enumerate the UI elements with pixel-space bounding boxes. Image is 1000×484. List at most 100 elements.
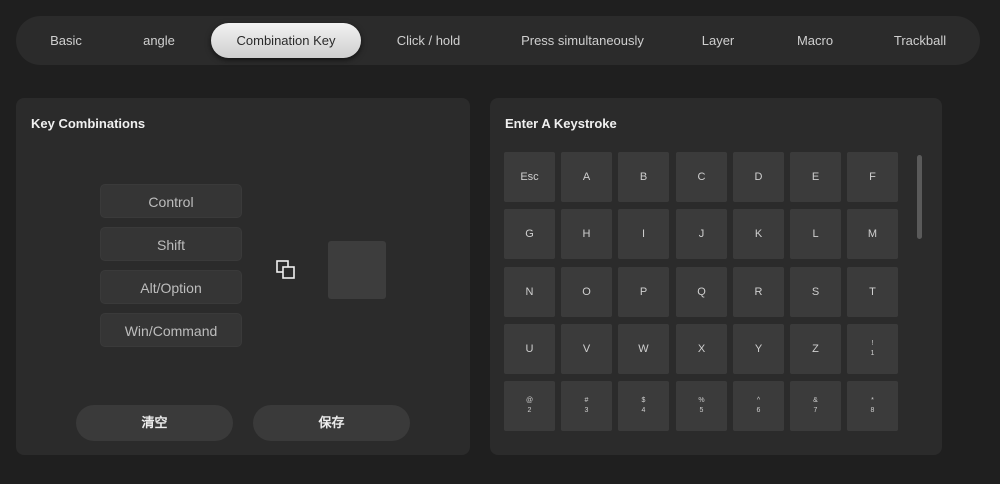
key-label: W — [638, 343, 649, 355]
key-label: F — [869, 171, 876, 183]
key-shift-symbol: % — [698, 397, 705, 404]
key-button[interactable]: O — [561, 267, 612, 317]
key-shift-symbol: $ — [641, 397, 646, 404]
key-base-symbol: 3 — [584, 407, 589, 414]
key-button[interactable]: Y — [733, 324, 784, 374]
tab-layer[interactable]: Layer — [696, 16, 740, 65]
key-label: T — [869, 286, 876, 298]
key-button[interactable]: T — [847, 267, 898, 317]
key-button[interactable]: F — [847, 152, 898, 202]
key-label: J — [698, 228, 705, 240]
key-button[interactable]: W — [618, 324, 669, 374]
key-base-symbol: 7 — [813, 407, 818, 414]
key-base-symbol: 8 — [870, 407, 875, 414]
key-button[interactable]: L — [790, 209, 841, 259]
key-base-symbol: 2 — [527, 407, 532, 414]
tab-press-simultaneously[interactable]: Press simultaneously — [516, 16, 649, 65]
key-button[interactable]: A — [561, 152, 612, 202]
key-button[interactable]: Esc — [504, 152, 555, 202]
key-combinations-title: Key Combinations — [31, 116, 146, 131]
win-command-modifier-button[interactable]: Win/Command — [100, 313, 242, 347]
key-button[interactable]: ^ 6 — [733, 381, 784, 431]
tab-macro[interactable]: Macro — [791, 16, 839, 65]
key-label: Z — [812, 343, 819, 355]
key-label: A — [582, 171, 591, 183]
key-button[interactable]: K — [733, 209, 784, 259]
key-button[interactable]: B — [618, 152, 669, 202]
key-button[interactable]: D — [733, 152, 784, 202]
key-label: C — [697, 171, 706, 183]
key-button[interactable]: Z — [790, 324, 841, 374]
key-base-symbol: 4 — [641, 407, 646, 414]
tab-trackball[interactable]: Trackball — [890, 16, 950, 65]
key-label: G — [525, 228, 534, 240]
key-button[interactable]: #3 — [561, 381, 612, 431]
key-label: D — [754, 171, 763, 183]
key-label: U — [525, 343, 534, 355]
key-button[interactable]: % 5 — [676, 381, 727, 431]
key-button[interactable]: M — [847, 209, 898, 259]
keystroke-scrollbar[interactable] — [917, 155, 922, 239]
enter-keystroke-title: Enter A Keystroke — [505, 116, 617, 131]
key-base-symbol: 5 — [699, 407, 704, 414]
key-label: E — [811, 171, 820, 183]
key-label: K — [754, 228, 763, 240]
key-button[interactable]: E — [790, 152, 841, 202]
tab-combination-key[interactable]: Combination Key — [211, 23, 361, 58]
key-button[interactable]: G — [504, 209, 555, 259]
alt-option-modifier-button[interactable]: Alt/Option — [100, 270, 242, 304]
key-button[interactable]: H — [561, 209, 612, 259]
tab-angle[interactable]: angle — [129, 16, 189, 65]
key-button[interactable]: @2 — [504, 381, 555, 431]
key-label: L — [812, 228, 819, 240]
key-shift-symbol: @ — [525, 397, 534, 404]
save-button[interactable]: 保存 — [253, 405, 410, 441]
tab-click-hold[interactable]: Click / hold — [386, 16, 471, 65]
key-button[interactable]: R — [733, 267, 784, 317]
key-shift-symbol: # — [584, 397, 589, 404]
key-button[interactable]: P — [618, 267, 669, 317]
key-button[interactable]: ! 1 — [847, 324, 898, 374]
key-label: N — [525, 286, 534, 298]
key-button[interactable]: C — [676, 152, 727, 202]
key-button[interactable]: $4 — [618, 381, 669, 431]
key-shift-symbol: ! — [871, 340, 874, 347]
key-label: X — [697, 343, 706, 355]
key-shift-symbol: * — [871, 397, 874, 404]
key-button[interactable]: & 7 — [790, 381, 841, 431]
key-button[interactable]: S — [790, 267, 841, 317]
key-button[interactable]: V — [561, 324, 612, 374]
key-base-symbol: 1 — [870, 350, 875, 357]
key-base-symbol: 6 — [756, 407, 761, 414]
key-label: H — [582, 228, 591, 240]
key-button[interactable]: Q — [676, 267, 727, 317]
key-label: I — [641, 228, 646, 240]
key-button[interactable]: * 8 — [847, 381, 898, 431]
clear-button[interactable]: 清空 — [76, 405, 233, 441]
key-label: S — [811, 286, 820, 298]
key-button[interactable]: U — [504, 324, 555, 374]
key-label: O — [582, 286, 591, 298]
key-label: M — [867, 228, 878, 240]
key-combinations-panel: Key Combinations Control Shift Alt/Optio… — [16, 98, 470, 455]
combine-squares-icon — [276, 260, 295, 279]
key-shift-symbol: & — [813, 397, 818, 404]
key-label: Esc — [520, 171, 539, 183]
key-label: Y — [754, 343, 763, 355]
key-button[interactable]: J — [676, 209, 727, 259]
tab-basic[interactable]: Basic — [36, 16, 96, 65]
selected-key-slot[interactable] — [328, 241, 386, 299]
key-button[interactable]: I — [618, 209, 669, 259]
shift-modifier-button[interactable]: Shift — [100, 227, 242, 261]
keystroke-grid: Esc A B C D E F G H I J K L M N O P Q R S T U V W X Y Z! 1 @2 #3 $4% 5 ^… — [504, 152, 904, 432]
key-label: P — [639, 286, 648, 298]
key-button[interactable]: N — [504, 267, 555, 317]
key-shift-symbol: ^ — [756, 397, 761, 404]
enter-keystroke-panel: Enter A Keystroke Esc A B C D E F G H I J K L M N O P Q R S… — [490, 98, 942, 455]
tab-bar: Basic angle Combination Key Click / hold… — [16, 16, 980, 65]
key-label: R — [754, 286, 763, 298]
key-label: Q — [697, 286, 706, 298]
key-button[interactable]: X — [676, 324, 727, 374]
key-label: B — [639, 171, 648, 183]
control-modifier-button[interactable]: Control — [100, 184, 242, 218]
